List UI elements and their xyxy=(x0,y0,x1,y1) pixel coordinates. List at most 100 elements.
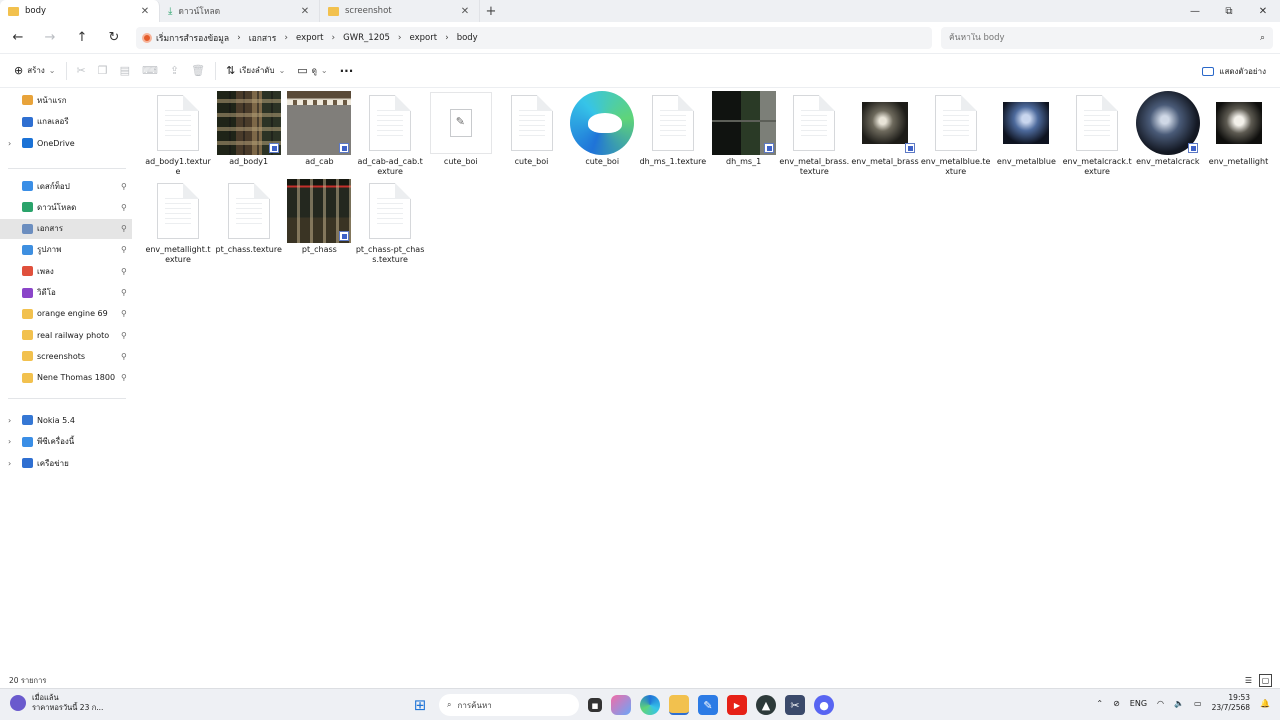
breadcrumb-item[interactable]: เอกสาร xyxy=(241,31,285,45)
volume-icon[interactable]: 🔈 xyxy=(1174,699,1184,708)
chevron-down-icon: ⌄ xyxy=(278,66,286,75)
sidebar-item[interactable]: screenshots ⚲ xyxy=(0,346,132,366)
file-item[interactable]: cute_boi xyxy=(497,91,567,179)
copilot-icon[interactable] xyxy=(611,695,631,715)
task-view-icon[interactable]: ▪ xyxy=(588,698,602,712)
file-explorer-icon[interactable] xyxy=(669,695,689,715)
chevron-right-icon[interactable]: › xyxy=(8,459,11,468)
share-button[interactable]: ⇪ xyxy=(164,58,185,84)
forward-button[interactable]: → xyxy=(34,24,66,52)
view-button[interactable]: ▭ ดู ⌄ xyxy=(291,58,333,84)
large-icons-view-icon[interactable]: ▢ xyxy=(1259,674,1272,687)
file-item[interactable]: pt_chass.texture xyxy=(214,179,284,267)
sidebar-item[interactable]: real railway photo ⚲ xyxy=(0,325,132,345)
language-indicator[interactable]: ENG xyxy=(1130,699,1147,708)
refresh-button[interactable]: ↻ xyxy=(98,24,130,52)
sidebar-item[interactable]: › เครือข่าย xyxy=(0,453,132,473)
taskbar-search[interactable]: ⌕ การค้นหา xyxy=(439,694,579,716)
breadcrumb-item[interactable]: export xyxy=(402,33,446,43)
close-icon[interactable]: ✕ xyxy=(299,6,311,17)
search-input[interactable] xyxy=(949,33,1260,43)
file-item[interactable]: ad_cab-ad_cab.texture xyxy=(355,91,425,179)
breadcrumb-item[interactable]: GWR_1205 xyxy=(335,33,398,43)
details-view-icon[interactable]: ☰ xyxy=(1242,674,1255,687)
clock[interactable]: 19:53 23/7/2568 xyxy=(1212,693,1250,713)
sidebar-item[interactable]: เพลง ⚲ xyxy=(0,261,132,281)
file-item[interactable]: cute_boi xyxy=(567,91,637,179)
close-icon[interactable]: ✕ xyxy=(459,6,471,17)
file-item[interactable]: env_metalcrack xyxy=(1133,91,1203,179)
paste-button[interactable]: ▤ xyxy=(114,58,136,84)
maximize-button[interactable]: ⧉ xyxy=(1212,0,1246,22)
sidebar-item[interactable]: › Nokia 5.4 xyxy=(0,410,132,430)
file-item[interactable]: env_metallight.texture xyxy=(143,179,213,267)
sidebar-item[interactable]: › พีซีเครื่องนี้ xyxy=(0,432,132,452)
new-tab-button[interactable]: + xyxy=(480,0,502,22)
close-window-button[interactable]: ✕ xyxy=(1246,0,1280,22)
snipping-tool-icon[interactable]: ✂ xyxy=(785,695,805,715)
sidebar-item[interactable]: เดสก์ท็อป ⚲ xyxy=(0,176,132,196)
file-item[interactable]: pt_chass-pt_chass.texture xyxy=(355,179,425,267)
sidebar-item[interactable]: แกลเลอรี xyxy=(0,112,132,132)
cut-button[interactable]: ✂ xyxy=(71,58,92,84)
tab-screenshot[interactable]: screenshot ✕ xyxy=(320,0,480,22)
file-name: ad_body1.texture xyxy=(145,157,211,176)
tab-body[interactable]: body ✕ xyxy=(0,0,160,22)
more-button[interactable]: ··· xyxy=(334,58,360,84)
new-button[interactable]: ⊕ สร้าง ⌄ xyxy=(8,58,62,84)
tab-downloads[interactable]: ⤓ ดาวน์โหลด ✕ xyxy=(160,0,320,22)
train-app-icon[interactable]: ▲ xyxy=(756,695,776,715)
sidebar-item[interactable]: › OneDrive xyxy=(0,133,132,153)
weather-widget[interactable]: เมื่อแล้น ราคาหอรวันนี้ 23 ก... xyxy=(10,693,103,713)
battery-icon[interactable]: ▭ xyxy=(1194,699,1202,708)
file-item[interactable]: env_metal_brass xyxy=(850,91,920,179)
file-item[interactable]: env_metal_brass.texture xyxy=(779,91,849,179)
file-item[interactable]: dh_ms_1 xyxy=(709,91,779,179)
file-item[interactable]: ad_body1.texture xyxy=(143,91,213,179)
file-item[interactable]: ad_cab xyxy=(284,91,354,179)
sidebar-item[interactable]: orange engine 69 ⚲ xyxy=(0,304,132,324)
sidebar-item[interactable]: รูปภาพ ⚲ xyxy=(0,240,132,260)
file-item[interactable]: cute_boi xyxy=(426,91,496,179)
preview-button[interactable]: แสดงตัวอย่าง xyxy=(1202,58,1266,84)
discord-icon[interactable]: ● xyxy=(814,695,834,715)
file-item[interactable]: pt_chass xyxy=(284,179,354,267)
file-item[interactable]: env_metallight xyxy=(1204,91,1274,179)
youtube-icon[interactable]: ▶ xyxy=(727,695,747,715)
windows-start-icon[interactable]: ⊞ xyxy=(410,695,430,715)
up-button[interactable]: ↑ xyxy=(66,24,98,52)
chevron-right-icon[interactable]: › xyxy=(8,416,11,425)
breadcrumb-item[interactable]: export xyxy=(288,33,332,43)
sidebar-item[interactable]: วิดีโอ ⚲ xyxy=(0,283,132,303)
sidebar-item[interactable]: เอกสาร ⚲ xyxy=(0,218,132,239)
file-item[interactable]: dh_ms_1.texture xyxy=(638,91,708,179)
image-thumbnail xyxy=(287,91,352,155)
sidebar-item[interactable]: Nene Thomas 1800 ⚲ xyxy=(0,368,132,388)
file-item[interactable]: env_metalcrack.texture xyxy=(1062,91,1132,179)
breadcrumb-item[interactable]: body xyxy=(449,33,486,43)
drawing-file-icon xyxy=(429,91,493,155)
close-icon[interactable]: ✕ xyxy=(139,6,151,17)
sort-button[interactable]: ⇅ เรียงลำดับ ⌄ xyxy=(220,58,291,84)
wifi-icon[interactable]: ◠ xyxy=(1157,699,1164,708)
network-off-icon[interactable]: ⊘ xyxy=(1113,699,1120,708)
chevron-right-icon[interactable]: › xyxy=(8,139,11,148)
paint-icon[interactable]: ✎ xyxy=(698,695,718,715)
file-item[interactable]: env_metalblue.texture xyxy=(921,91,991,179)
sidebar-item[interactable]: หน้าแรก xyxy=(0,90,132,110)
minimize-button[interactable]: — xyxy=(1178,0,1212,22)
delete-button[interactable]: 🗑 xyxy=(185,58,211,84)
breadcrumb-item[interactable]: เริ่มการสำรองข้อมูล xyxy=(154,31,237,45)
back-button[interactable]: ← xyxy=(2,24,34,52)
notification-bell-icon[interactable]: 🔔 xyxy=(1260,699,1270,708)
shortcut-badge-icon xyxy=(268,143,279,153)
sidebar-item[interactable]: ดาวน์โหลด ⚲ xyxy=(0,197,132,217)
chevron-right-icon[interactable]: › xyxy=(8,437,11,446)
rename-button[interactable]: ⌨ xyxy=(136,58,164,84)
file-item[interactable]: ad_body1 xyxy=(214,91,284,179)
chevron-up-icon[interactable]: ⌃ xyxy=(1096,699,1103,708)
search-icon[interactable]: ⌕ xyxy=(1260,33,1265,43)
copy-button[interactable]: ❐ xyxy=(92,58,114,84)
file-item[interactable]: env_metalblue xyxy=(991,91,1061,179)
edge-icon[interactable] xyxy=(640,695,660,715)
